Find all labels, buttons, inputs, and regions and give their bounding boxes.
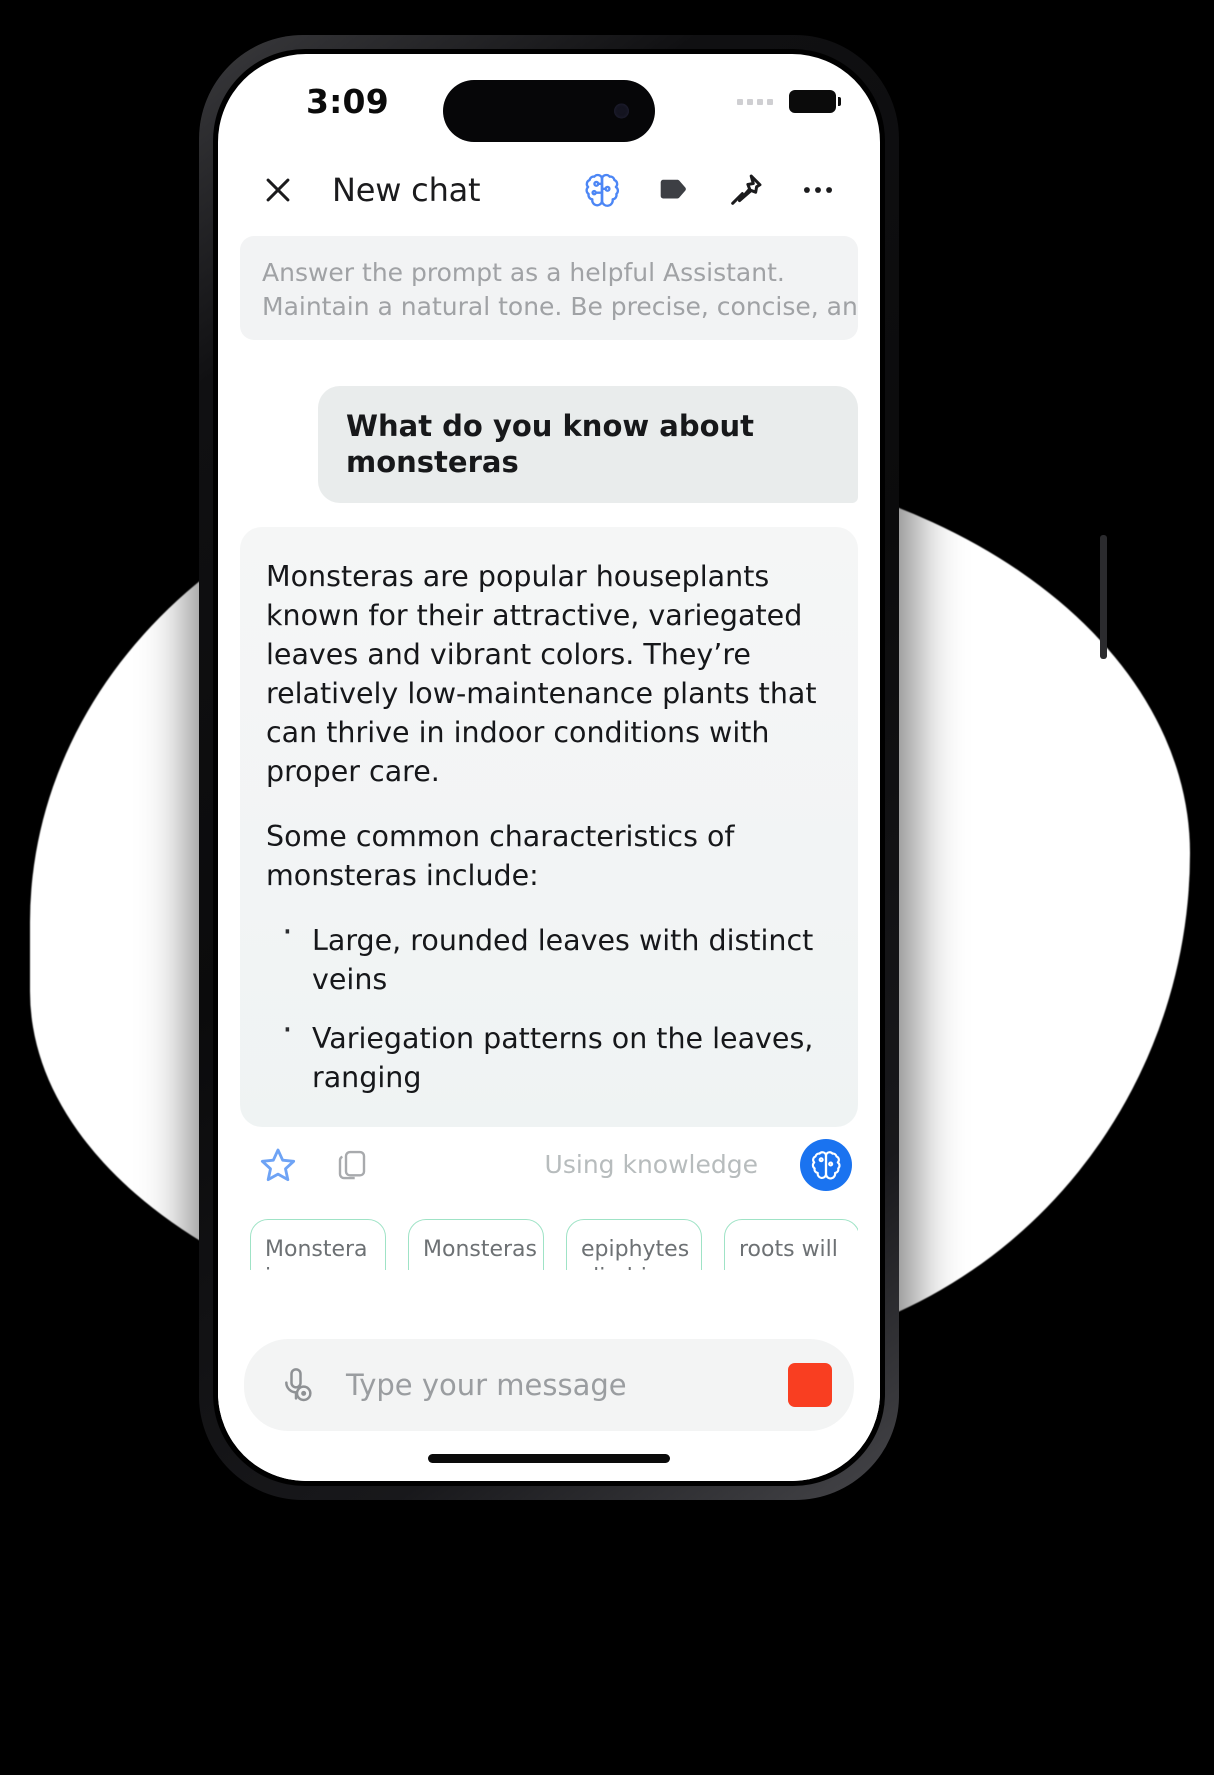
system-prompt-card[interactable]: Answer the prompt as a helpful Assistant…	[240, 236, 858, 340]
stop-button[interactable]	[788, 1363, 832, 1407]
list-item: Large, rounded leaves with distinct vein…	[266, 915, 832, 999]
knowledge-card[interactable]: Monstera is a genus of 59 species of flo…	[250, 1218, 386, 1270]
assistant-bullet-list: Large, rounded leaves with distinct vein…	[266, 915, 832, 1097]
status-time: 3:09	[306, 82, 389, 121]
tag-icon[interactable]	[648, 164, 700, 216]
chat-scroll-area[interactable]: Answer the prompt as a helpful Assistant…	[218, 230, 880, 1270]
knowledge-card-text: Monsteras are plants belonging to the ge…	[423, 1236, 537, 1270]
home-indicator[interactable]	[428, 1454, 670, 1463]
status-indicators	[737, 90, 841, 113]
knowledge-card[interactable]: epiphytes climbing on trees to reach sun…	[566, 1218, 702, 1270]
knowledge-card[interactable]: Monsteras are plants belonging to the ge…	[408, 1218, 544, 1270]
battery-icon	[789, 90, 841, 113]
brain-icon[interactable]	[576, 164, 628, 216]
power-button[interactable]	[1100, 535, 1107, 659]
message-action-bar: Using knowledge	[240, 1127, 858, 1197]
user-message-bubble[interactable]: What do you know about monsteras	[318, 386, 858, 503]
knowledge-card-text: roots will emerge from there. 6. Benefit…	[739, 1236, 838, 1270]
status-badge: Using knowledge	[544, 1150, 758, 1180]
star-icon[interactable]	[252, 1139, 304, 1191]
copy-icon[interactable]	[326, 1139, 378, 1191]
assistant-paragraph-2: Some common characteristics of monsteras…	[266, 819, 735, 892]
more-icon[interactable]	[792, 164, 844, 216]
status-bar: 3:09	[218, 54, 880, 150]
front-camera-icon	[614, 103, 629, 119]
knowledge-card-text: Monstera is a genus of 59 species of flo…	[265, 1236, 368, 1270]
page-title: New chat	[332, 171, 481, 209]
system-prompt-line-1: Answer the prompt as a helpful Assistant…	[262, 258, 785, 287]
knowledge-card[interactable]: roots will emerge from there. 6. Benefit…	[724, 1218, 858, 1270]
signal-dots-icon	[737, 98, 773, 105]
user-message-text: What do you know about monsteras	[346, 409, 755, 480]
assistant-message-bubble[interactable]: Monsteras are popular houseplants known …	[240, 526, 858, 1127]
phone-frame: 3:09 New chat Answer the prompt as a hel…	[199, 35, 1107, 1500]
list-item: Variegation patterns on the leaves, rang…	[266, 1013, 832, 1097]
app-header: New chat	[218, 150, 880, 230]
dynamic-island	[443, 80, 655, 142]
user-message-row: What do you know about monsteras	[240, 386, 858, 503]
close-icon[interactable]	[252, 164, 304, 216]
phone-screen: 3:09 New chat Answer the prompt as a hel…	[218, 54, 880, 1481]
knowledge-card-text: epiphytes climbing on trees to reach sun…	[581, 1236, 690, 1270]
system-prompt-line-2: Maintain a natural tone. Be precise, con…	[262, 291, 858, 321]
knowledge-cards-row[interactable]: Monstera is a genus of 59 species of flo…	[240, 1218, 858, 1270]
search-input[interactable]: Type your message	[346, 1368, 788, 1402]
pin-icon[interactable]	[720, 164, 772, 216]
mic-record-icon[interactable]	[270, 1359, 322, 1411]
brain-icon[interactable]	[800, 1138, 852, 1191]
assistant-paragraph-1: Monsteras are popular houseplants known …	[266, 559, 817, 788]
phone-bezel: 3:09 New chat Answer the prompt as a hel…	[213, 49, 885, 1486]
message-composer[interactable]: Type your message	[244, 1339, 854, 1431]
header-actions	[576, 164, 844, 216]
screenshot-stage: 3:09 New chat Answer the prompt as a hel…	[0, 0, 1214, 1775]
